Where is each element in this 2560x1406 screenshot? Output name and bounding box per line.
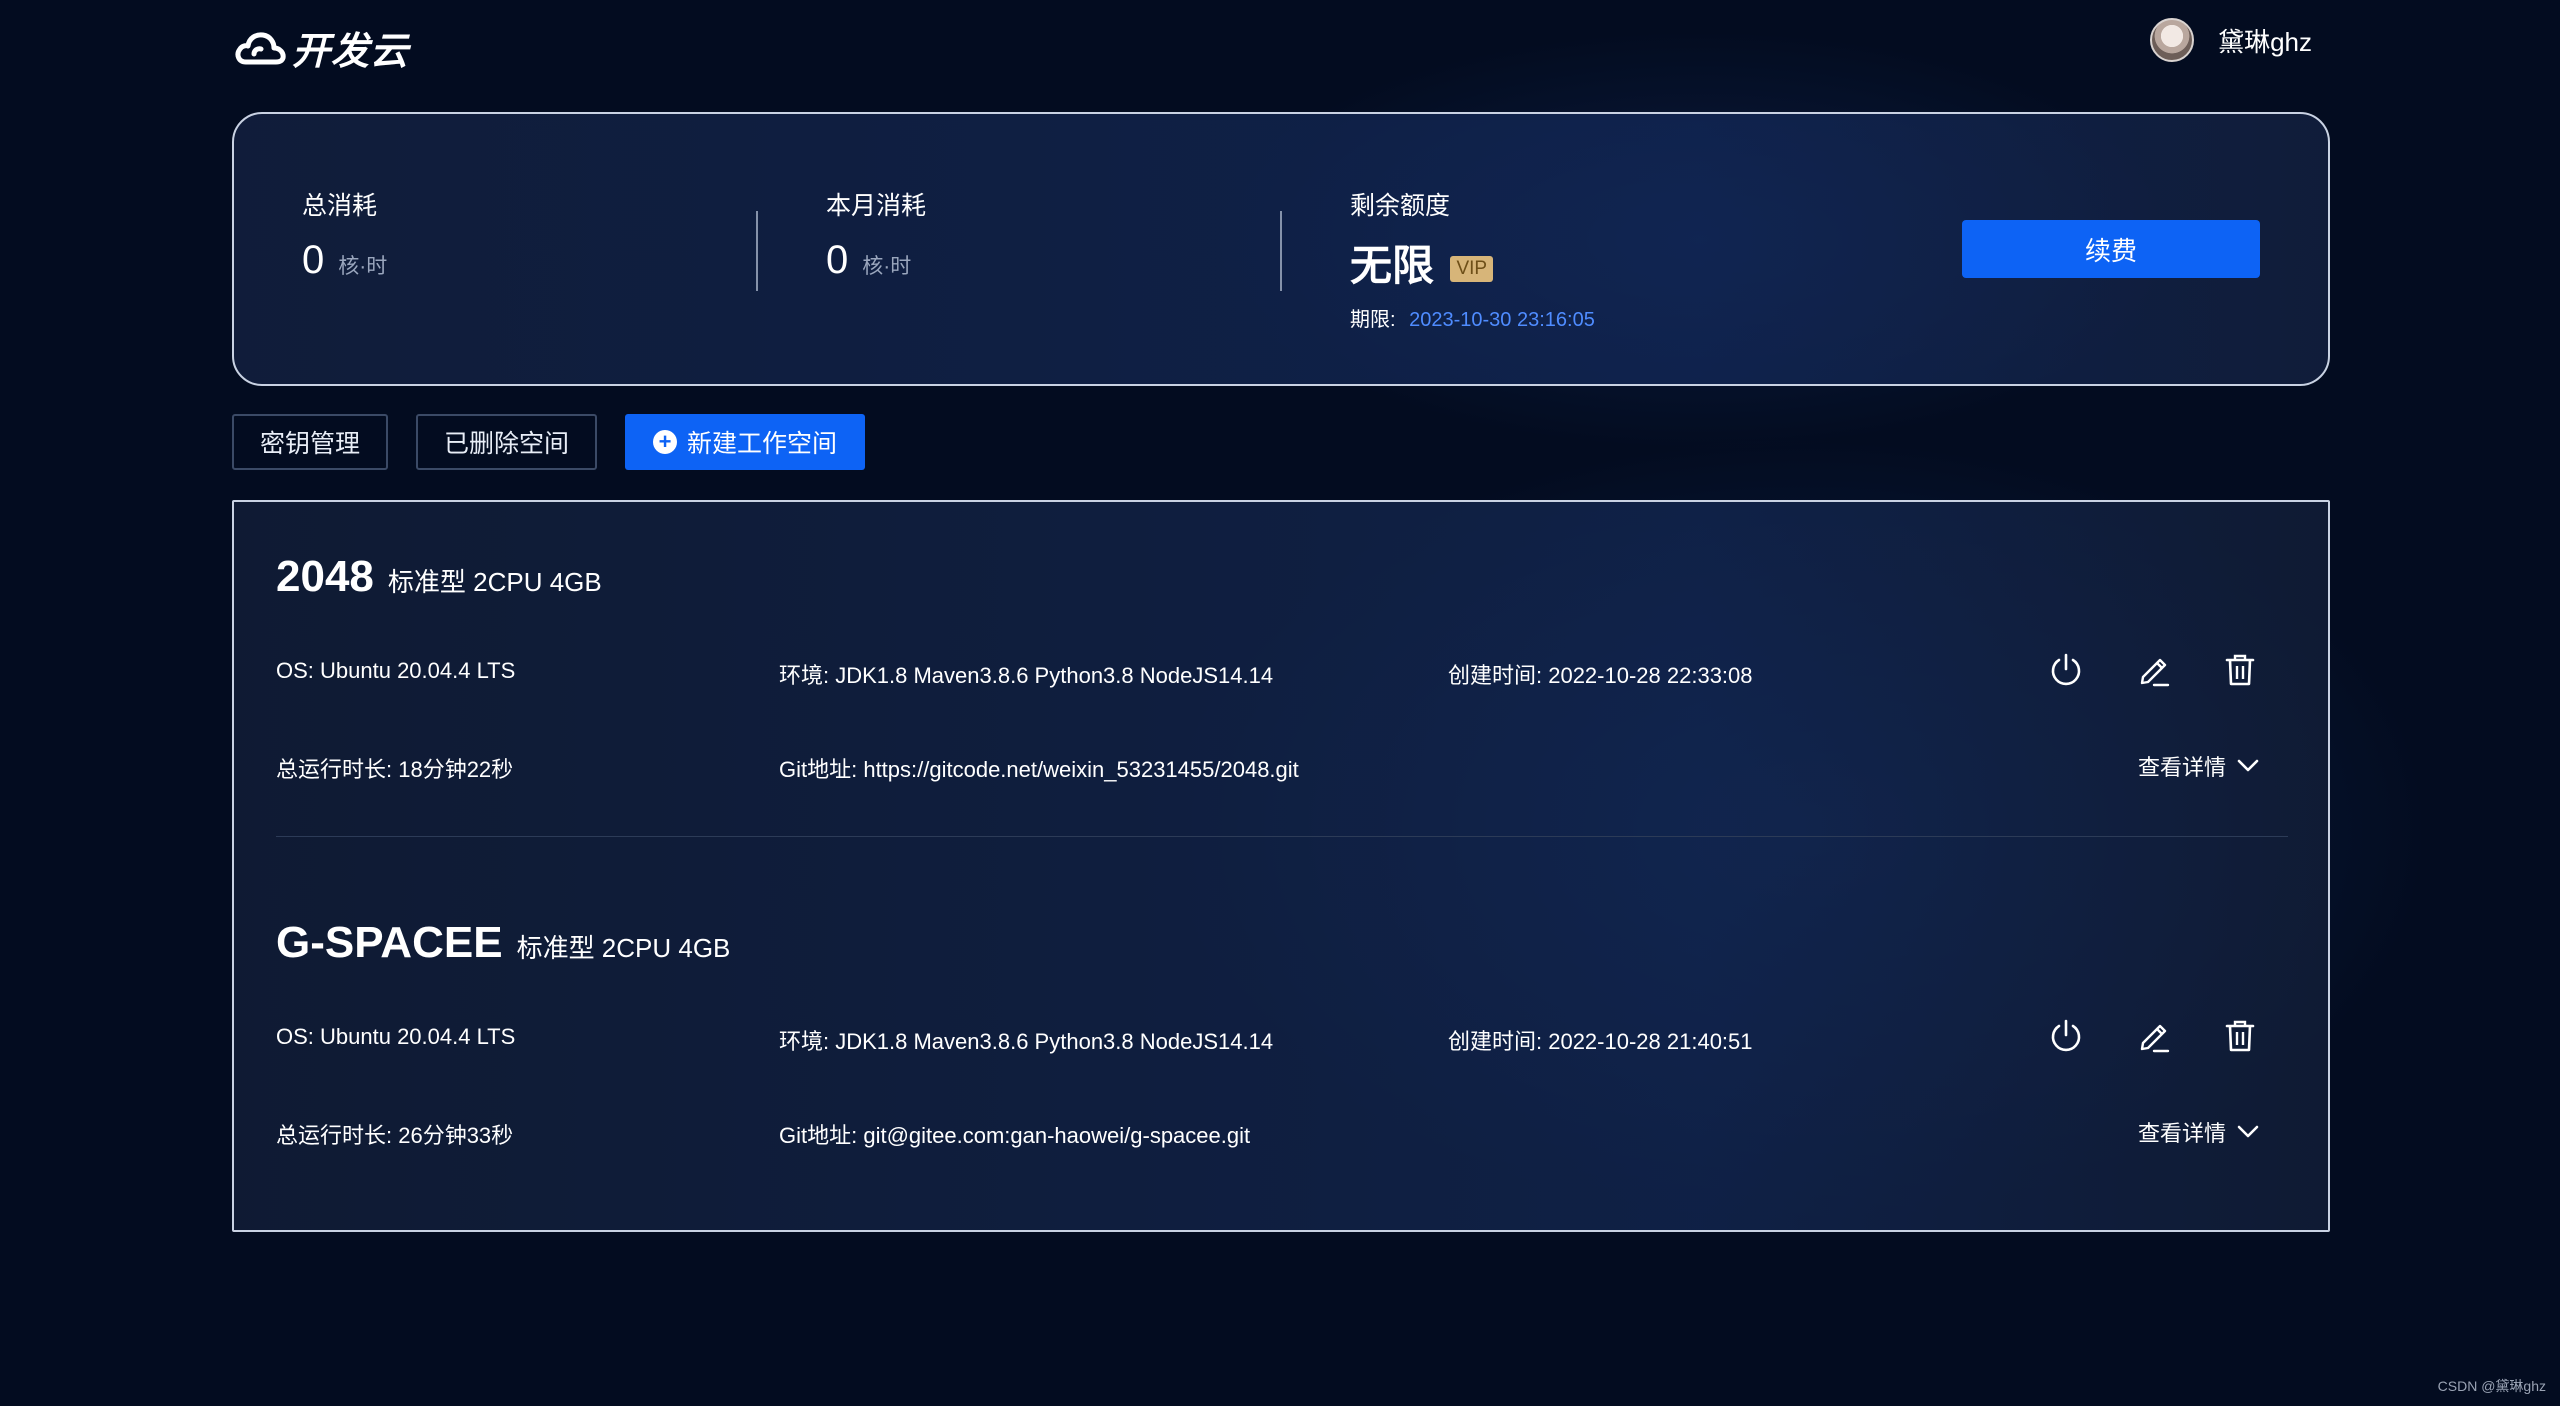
edit-icon[interactable] [2134,650,2174,690]
divider [756,211,758,291]
power-icon[interactable] [2046,1016,2086,1056]
logo[interactable]: 开发云 [232,20,409,75]
edit-icon[interactable] [2134,1016,2174,1056]
monthly-usage: 本月消耗 0 核·时 [826,186,926,283]
workspace-git: Git地址: https://gitcode.net/weixin_532314… [779,757,1299,782]
workspace-created: 创建时间: 2022-10-28 22:33:08 [1448,663,1753,688]
workspace-env: 环境: JDK1.8 Maven3.8.6 Python3.8 NodeJS14… [779,1029,1274,1054]
workspace-git: Git地址: git@gitee.com:gan-haowei/g-spacee… [779,1123,1251,1148]
vip-badge: VIP [1450,256,1494,282]
expire-date: 2023-10-30 23:16:05 [1409,309,1595,331]
workspace-name: G-SPACEE [276,918,503,967]
workspace-divider [276,836,2288,837]
view-details-label: 查看详情 [2138,1121,2227,1146]
workspace-runtime: 总运行时长: 26分钟33秒 [276,1123,514,1148]
monthly-usage-label: 本月消耗 [826,192,927,220]
delete-icon[interactable] [2220,1016,2260,1056]
workspace-spec: 标准型 2CPU 4GB [387,567,602,597]
total-usage-value: 0 [302,238,325,282]
workspace-runtime: 总运行时长: 18分钟22秒 [276,757,514,782]
workspace-card: G-SPACEE 标准型 2CPU 4GB OS: Ubuntu 20.04.4… [276,918,2288,1178]
key-management-button[interactable]: 密钥管理 [232,414,389,470]
logo-text: 开发云 [292,31,410,73]
remaining-quota: 剩余额度 无限 VIP 期限: 2023-10-30 23:16:05 [1350,186,1595,332]
view-details-label: 查看详情 [2138,755,2227,780]
monthly-usage-value: 0 [826,238,849,282]
usage-summary-card: 总消耗 0 核·时 本月消耗 0 核·时 剩余额度 无限 VIP 期限: 202… [232,112,2330,386]
total-usage-unit: 核·时 [338,255,388,278]
workspace-created: 创建时间: 2022-10-28 21:40:51 [1448,1029,1753,1054]
workspace-name: 2048 [276,552,374,601]
remaining-quota-value: 无限 [1350,242,1435,289]
workspace-os: OS: Ubuntu 20.04.4 LTS [276,658,516,683]
delete-icon[interactable] [2220,650,2260,690]
avatar[interactable] [2150,18,2195,62]
chevron-down-icon [2237,759,2259,772]
new-workspace-label: 新建工作空间 [687,430,838,458]
deleted-spaces-button[interactable]: 已删除空间 [416,414,598,470]
plus-circle-icon: + [653,430,678,454]
new-workspace-button[interactable]: + 新建工作空间 [625,414,866,470]
total-usage-label: 总消耗 [302,192,378,220]
workspace-actions: 密钥管理 已删除空间 + 新建工作空间 [232,414,866,470]
workspace-os: OS: Ubuntu 20.04.4 LTS [276,1024,516,1049]
workspace-card: 2048 标准型 2CPU 4GB OS: Ubuntu 20.04.4 LTS… [276,552,2288,812]
chevron-down-icon [2237,1125,2259,1138]
page: 开发云 黛琳ghz 总消耗 0 核·时 本月消耗 0 核·时 剩余额度 无限 V… [0,0,2560,1406]
power-icon[interactable] [2046,650,2086,690]
header: 开发云 黛琳ghz [232,16,2312,75]
view-details-toggle[interactable]: 查看详情 [2138,750,2260,782]
user-name[interactable]: 黛琳ghz [2218,22,2312,59]
total-usage: 总消耗 0 核·时 [302,186,387,283]
workspace-list: 2048 标准型 2CPU 4GB OS: Ubuntu 20.04.4 LTS… [232,500,2330,1232]
workspace-env: 环境: JDK1.8 Maven3.8.6 Python3.8 NodeJS14… [779,663,1274,688]
view-details-toggle[interactable]: 查看详情 [2138,1116,2260,1148]
workspace-spec: 标准型 2CPU 4GB [516,933,731,963]
watermark: CSDN @黛琳ghz [2437,1378,2546,1394]
renew-button[interactable]: 续费 [1962,220,2260,278]
user-menu[interactable]: 黛琳ghz [2150,18,2312,62]
monthly-usage-unit: 核·时 [862,255,912,278]
divider [1280,211,1282,291]
expire-label: 期限: [1350,309,1396,331]
cloud-icon [235,31,286,64]
remaining-quota-label: 剩余额度 [1350,192,1451,220]
